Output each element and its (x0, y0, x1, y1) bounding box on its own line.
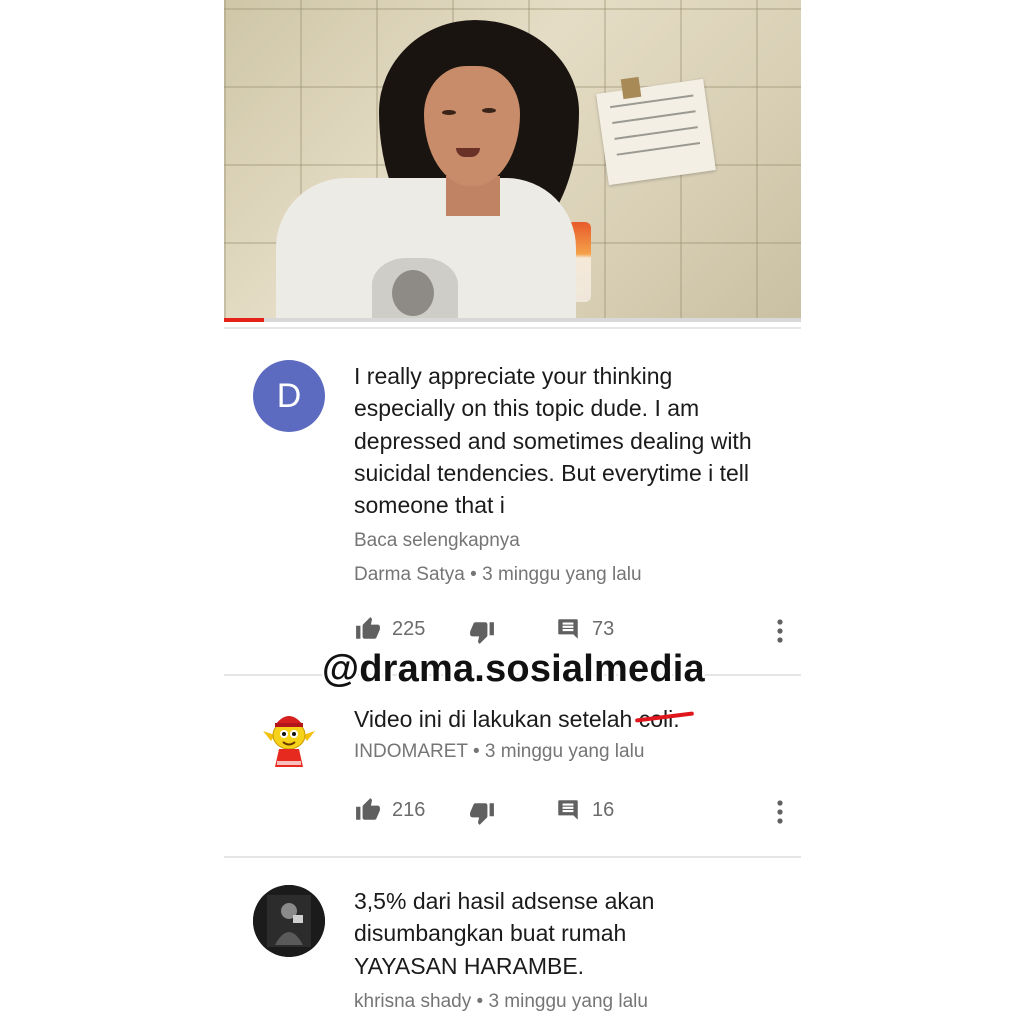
thumbs-down-icon (470, 622, 494, 644)
reply-count: 73 (592, 617, 615, 640)
video-frame-eye-right (482, 108, 496, 113)
avatar[interactable]: D (253, 360, 325, 432)
divider (224, 327, 801, 329)
avatar[interactable] (253, 701, 325, 773)
comment-author[interactable]: Darma Satya (354, 564, 465, 585)
avatar[interactable] (253, 885, 325, 957)
dislike-button[interactable] (468, 619, 496, 645)
indomaret-mascot-icon (263, 716, 315, 767)
read-more-link[interactable]: Baca selengkapnya (354, 530, 520, 552)
like-count: 216 (392, 798, 426, 821)
struck-word: coli. (634, 706, 694, 732)
meta-separator: • (470, 564, 477, 585)
comment-icon (558, 800, 578, 820)
comment-actions: 216 16 (354, 797, 784, 827)
comment-author[interactable]: INDOMARET (354, 741, 468, 762)
watermark-text: @drama.sosialmedia (322, 648, 705, 690)
comment-actions: 225 73 (354, 616, 784, 646)
comment-author[interactable]: khrisna shady (354, 991, 471, 1012)
meta-separator: • (472, 741, 480, 762)
avatar-letter: D (276, 376, 302, 415)
like-count: 225 (392, 617, 426, 640)
comment-time: 3 minggu yang lalu (484, 741, 645, 762)
reply-button[interactable]: 73 (554, 616, 614, 642)
comment-meta: INDOMARET • 3 minggu yang lalu (354, 741, 644, 763)
comment-meta: Darma Satya • 3 minggu yang lalu (354, 564, 642, 586)
video-frame-shirt-print-face (392, 270, 434, 316)
thumbs-up-icon (356, 798, 380, 820)
more-vert-icon (777, 800, 783, 824)
video-player[interactable] (224, 0, 801, 322)
dislike-button[interactable] (468, 800, 496, 826)
like-button[interactable]: 216 (354, 797, 425, 823)
meta-separator: • (476, 991, 484, 1012)
video-progress-fill (224, 318, 265, 322)
video-frame-eye-left (442, 110, 456, 115)
comment-meta: khrisna shady • 3 minggu yang lalu (354, 991, 648, 1013)
comment-text-main: Video ini di lakukan setelah (354, 706, 633, 732)
reply-button[interactable]: 16 (554, 797, 614, 823)
comment-icon (558, 619, 578, 639)
thumbs-down-icon (470, 803, 494, 825)
more-options-button[interactable] (776, 799, 784, 830)
phone-screen: D I really appreciate your thinking espe… (224, 0, 801, 1024)
more-options-button[interactable] (776, 618, 784, 649)
profile-photo-icon (253, 885, 325, 957)
thumbs-up-icon (356, 617, 380, 639)
comment-time: 3 minggu yang lalu (488, 991, 648, 1012)
video-frame-tape (620, 76, 642, 100)
comment-time: 3 minggu yang lalu (482, 564, 642, 585)
reply-count: 16 (592, 798, 615, 821)
comment-text: 3,5% dari hasil adsense akan disumbangka… (354, 888, 655, 979)
video-progress-bar[interactable] (224, 318, 801, 322)
more-vert-icon (777, 619, 783, 643)
like-button[interactable]: 225 (354, 616, 425, 642)
divider (224, 856, 801, 858)
video-frame-note-paper (596, 78, 716, 186)
comment-text: Video ini di lakukan setelah coli. (354, 703, 774, 735)
comment-text: I really appreciate your thinking especi… (354, 363, 752, 519)
